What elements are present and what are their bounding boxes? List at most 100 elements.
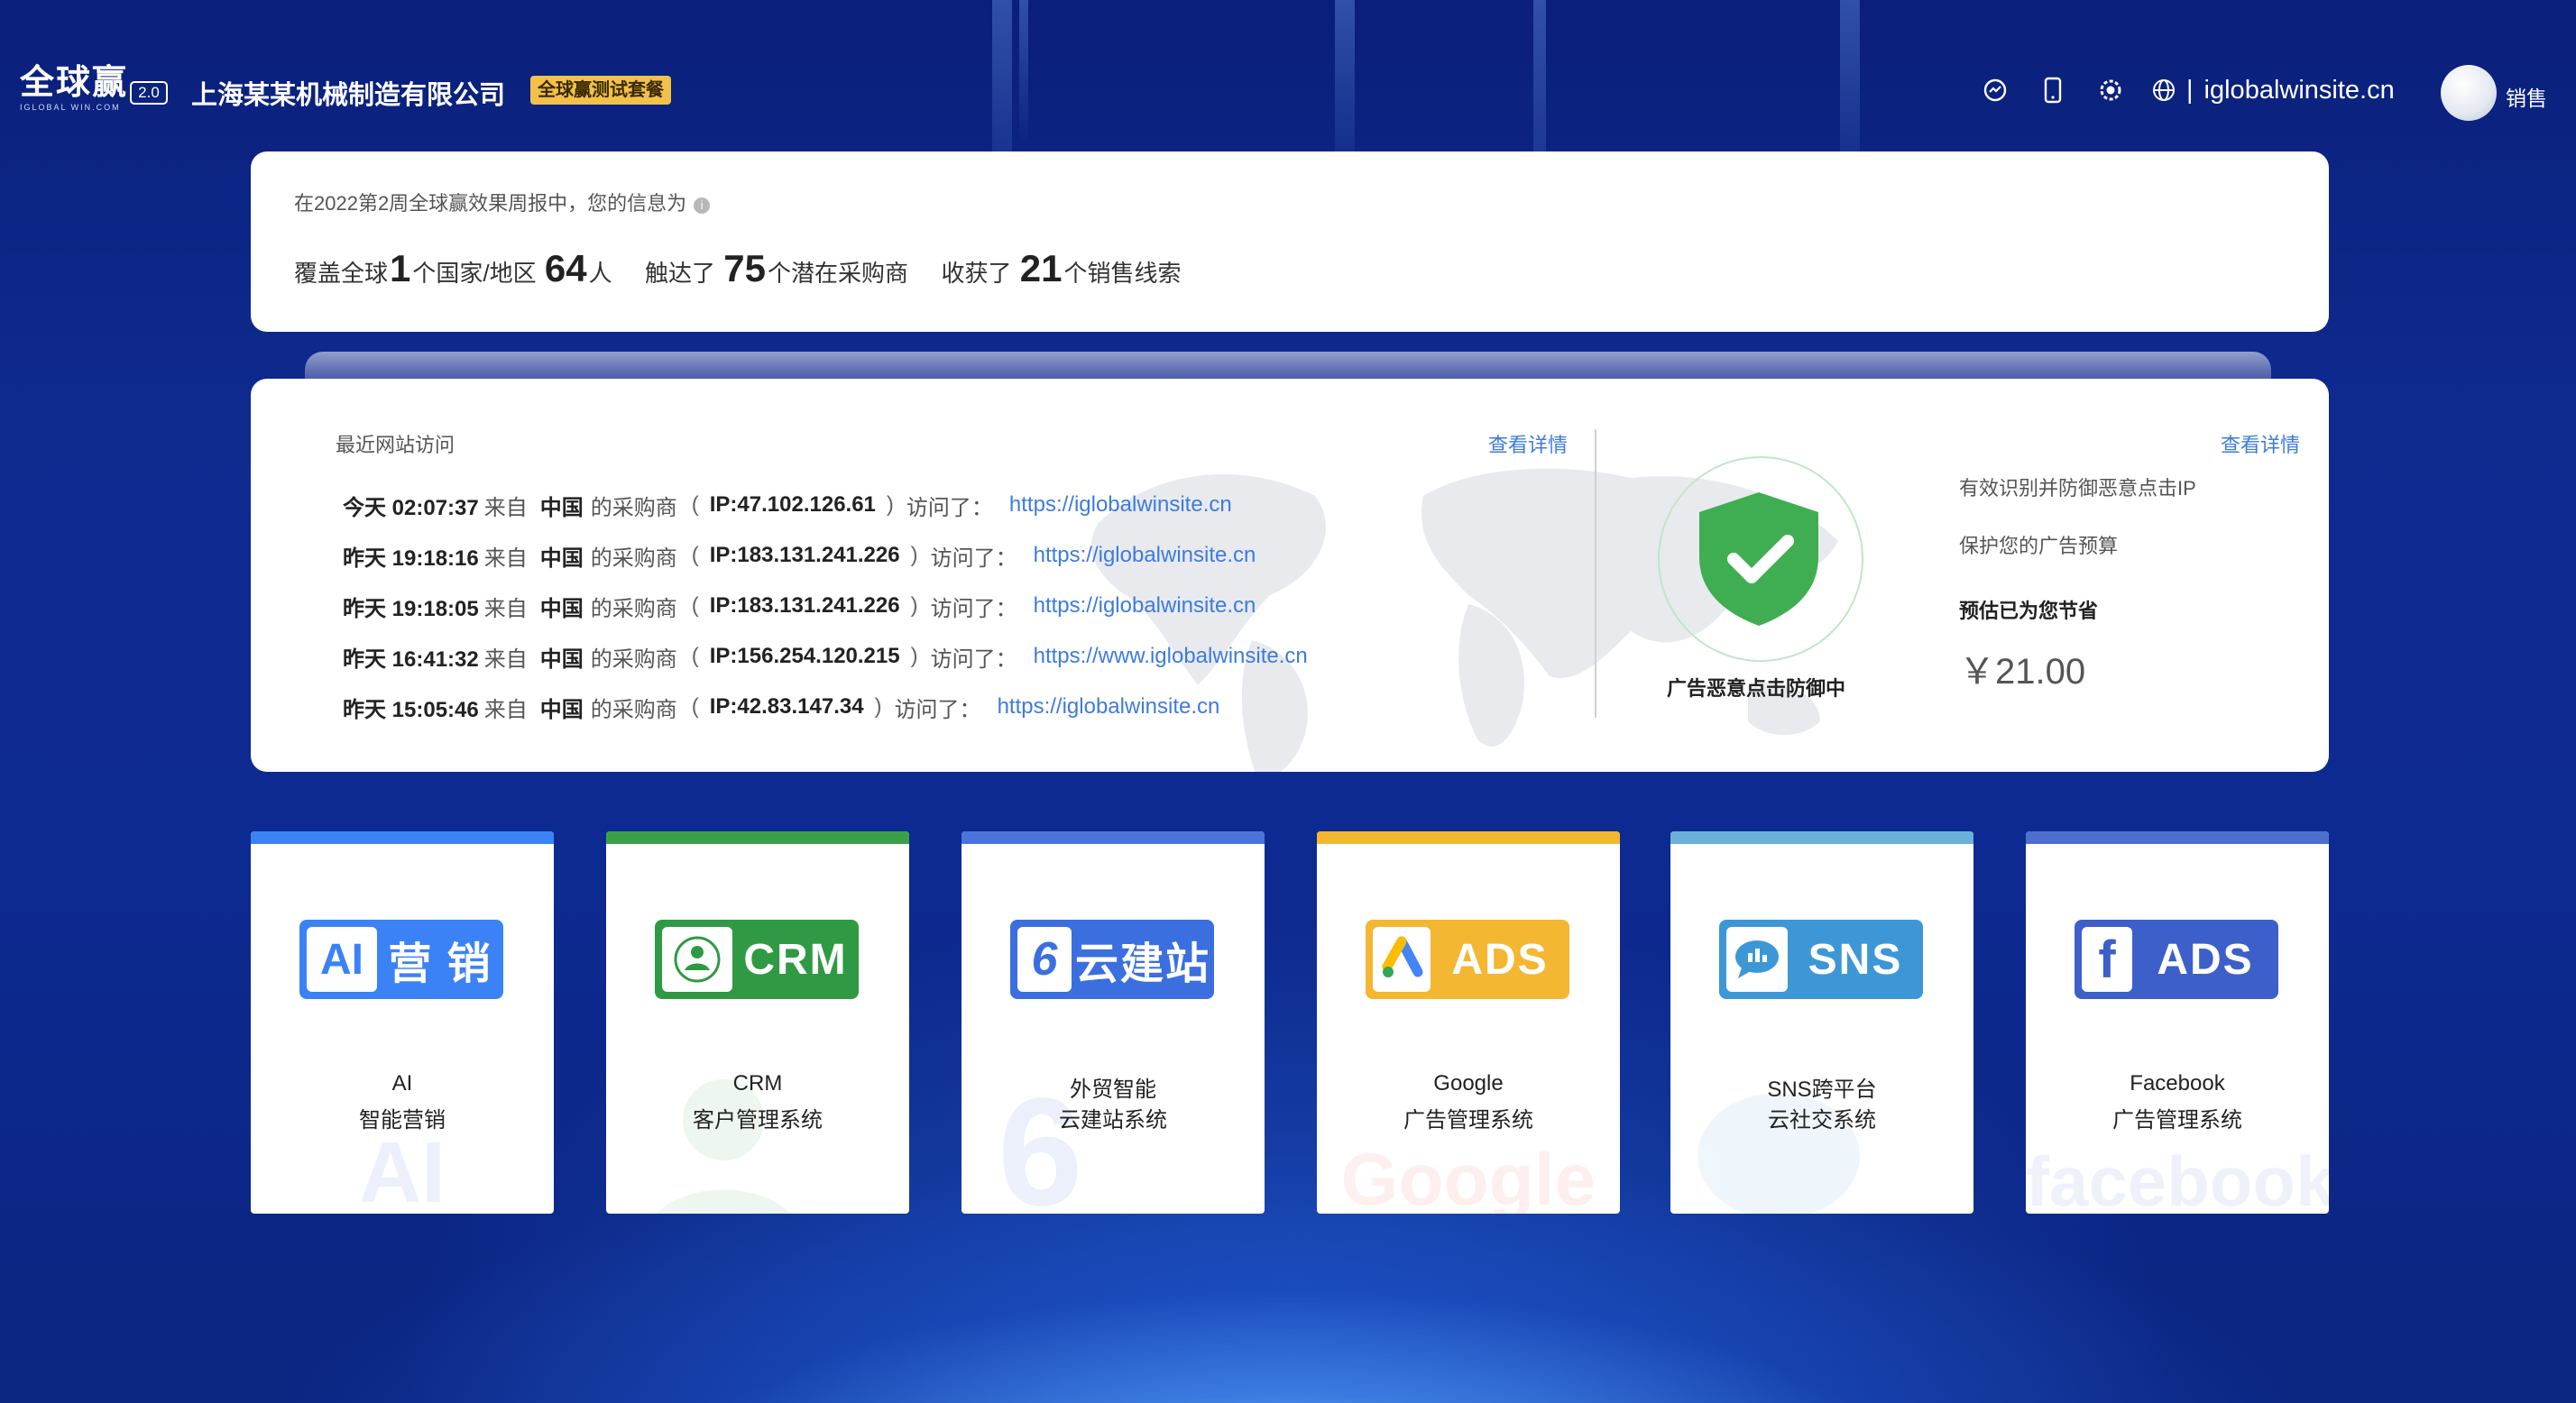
tile-google-ads[interactable]: Google ADS Google 广告管理系统 [1317, 831, 1620, 1214]
logo[interactable]: 全球赢 IGLOBAL WIN.COM [20, 65, 128, 112]
tile-subtitle: 智能营销 [359, 1108, 446, 1132]
reach-label: 触达了 [645, 260, 716, 287]
visit-time: 昨天 19:18:16 [343, 546, 479, 571]
tile-accent-bar [2026, 831, 2329, 844]
visit-row: 今天 02:07:37 来自 中国 的采购商 (IP:47.102.126.61) 访问… [343, 480, 1308, 530]
visit-list: 今天 02:07:37 来自 中国 的采购商 (IP:47.102.126.61) 访问… [343, 480, 1308, 732]
tile-subtitle: 云建站系统 [1059, 1108, 1167, 1132]
protection-detail-link[interactable]: 查看详情 [2221, 429, 2300, 458]
summary-intro: 在2022第2周全球赢效果周报中，您的信息为 i [294, 188, 711, 216]
visit-ip: IP:183.131.241.226 [709, 543, 900, 567]
visit-time: 昨天 15:05:46 [343, 697, 479, 722]
tile-title: CRM [732, 1071, 783, 1096]
protection-status: 广告恶意点击防御中 [1667, 677, 1846, 700]
mobile-icon[interactable] [2038, 76, 2067, 105]
visit-row: 昨天 19:18:16 来自 中国 的采购商 (IP:183.131.241.226)… [343, 530, 1308, 581]
visit-row: 昨天 19:18:05 来自 中国 的采购商 (IP:183.131.241.226)… [343, 581, 1308, 631]
site-symbol-icon: 6 [1017, 927, 1072, 992]
badge-text: 营 销 [388, 940, 492, 988]
buyer-label: 的采购商 [590, 495, 677, 520]
gain-label: 收获了 [941, 260, 1012, 287]
visit-url[interactable]: https://iglobalwinsite.cn [1034, 543, 1256, 568]
tile-title: Google [1433, 1071, 1504, 1096]
info-icon[interactable]: i [694, 197, 711, 214]
sns-badge: SNS [1719, 920, 1923, 999]
user-name[interactable]: 销售 [2506, 81, 2547, 112]
from-label: 来自 [483, 546, 528, 571]
tile-subtitle: 广告管理系统 [2112, 1108, 2242, 1132]
chat-icon [1726, 927, 1788, 992]
visits-detail-link[interactable]: 查看详情 [1488, 429, 1568, 458]
facebook-icon: f [2082, 927, 2132, 992]
visit-url[interactable]: https://iglobalwinsite.cn [998, 694, 1220, 720]
tile-ai-marketing[interactable]: AI AI 营 销 AI 智能营销 [251, 831, 554, 1214]
from-label: 来自 [483, 697, 528, 722]
site-separator: | [2186, 75, 2194, 105]
recent-visits-card: 最近网站访问 查看详情 今天 02:07:37 来自 中国 的采购商 (IP:47.1… [251, 379, 2329, 772]
visit-time: 昨天 16:41:32 [343, 646, 479, 672]
shield-check-icon [1699, 492, 1818, 626]
message-icon[interactable] [1981, 76, 2010, 105]
badge-text: ADS [2157, 935, 2254, 984]
tile-accent-bar [1317, 831, 1620, 844]
visit-country: 中国 [539, 697, 584, 722]
tile-title: AI [391, 1071, 413, 1096]
logo-subtext: IGLOBAL WIN.COM [20, 103, 121, 112]
from-label: 来自 [483, 646, 528, 672]
top-bar: 全球赢 IGLOBAL WIN.COM 2.0 上海某某机械制造有限公司 全球赢… [0, 0, 2576, 162]
visited-label: 访问了： [906, 495, 993, 520]
savings-label: 预估已为您节省 [1959, 600, 2099, 622]
buyer-label: 的采购商 [590, 546, 677, 571]
badge-text: SNS [1808, 935, 1903, 984]
tile-accent-bar [1670, 831, 1973, 844]
tile-watermark: AI [359, 1124, 446, 1214]
visits-title: 最近网站访问 [336, 434, 455, 456]
tile-facebook-ads[interactable]: facebook f ADS Facebook 广告管理系统 [2026, 831, 2329, 1214]
countries-unit: 个国家/地区 [412, 260, 537, 287]
tile-title: SNS跨平台 [1767, 1077, 1877, 1102]
tile-crm[interactable]: CRM CRM 客户管理系统 [606, 831, 909, 1214]
buyer-label: 的采购商 [590, 646, 677, 672]
visit-row: 昨天 16:41:32 来自 中国 的采购商 (IP:156.254.120.215)… [343, 631, 1308, 682]
buyer-label: 的采购商 [590, 596, 677, 621]
ai-symbol-icon: AI [307, 927, 377, 992]
visit-time: 昨天 19:18:05 [343, 596, 479, 621]
summary-intro-text: 在2022第2周全球赢效果周报中，您的信息为 [294, 192, 687, 215]
tile-subtitle: 客户管理系统 [693, 1108, 823, 1132]
tile-site-builder[interactable]: 6 6 云建站 外贸智能 云建站系统 [961, 831, 1265, 1214]
google-ads-icon [1373, 927, 1431, 992]
tile-title: Facebook [2130, 1071, 2225, 1096]
visit-url[interactable]: https://iglobalwinsite.cn [1009, 492, 1232, 518]
buyer-label: 的采购商 [590, 697, 677, 722]
visited-label: 访问了： [930, 596, 1017, 621]
weekly-summary-card: 在2022第2周全球赢效果周报中，您的信息为 i 覆盖全球1个国家/地区 64人 … [251, 151, 2329, 332]
settings-icon[interactable] [2096, 76, 2125, 105]
visit-url[interactable]: https://iglobalwinsite.cn [1034, 593, 1256, 619]
facebook-ads-badge: f ADS [2075, 920, 2278, 999]
visit-time: 今天 02:07:37 [343, 495, 479, 520]
crm-badge: CRM [655, 920, 859, 999]
people-count: 64 [544, 247, 587, 289]
tile-watermark: facebook [2026, 1142, 2329, 1214]
visit-ip: IP:47.102.126.61 [709, 492, 876, 517]
avatar[interactable] [2441, 65, 2497, 121]
tile-title: 外贸智能 [1070, 1077, 1156, 1102]
version-badge: 2.0 [130, 81, 168, 105]
leads-count: 21 [1019, 247, 1063, 289]
visit-url[interactable]: https://www.iglobalwinsite.cn [1034, 644, 1308, 669]
tile-sns[interactable]: SNS SNS跨平台 云社交系统 [1670, 831, 1973, 1214]
visited-label: 访问了： [894, 697, 981, 722]
cover-label: 覆盖全球 [294, 260, 389, 287]
logo-text: 全球赢 [20, 64, 129, 102]
tile-accent-bar [961, 831, 1265, 844]
leads-unit: 个销售线索 [1063, 260, 1182, 287]
from-label: 来自 [483, 596, 528, 621]
crm-symbol-icon [662, 927, 732, 992]
google-ads-badge: ADS [1366, 920, 1569, 999]
from-label: 来自 [483, 495, 528, 520]
buyers-unit: 个潜在采购商 [768, 260, 909, 287]
ai-marketing-badge: AI 营 销 [299, 920, 503, 999]
tile-watermark: Google [1340, 1139, 1596, 1214]
site-builder-badge: 6 云建站 [1010, 920, 1214, 999]
site-switcher[interactable]: | iglobalwinsite.cn [2152, 74, 2395, 106]
